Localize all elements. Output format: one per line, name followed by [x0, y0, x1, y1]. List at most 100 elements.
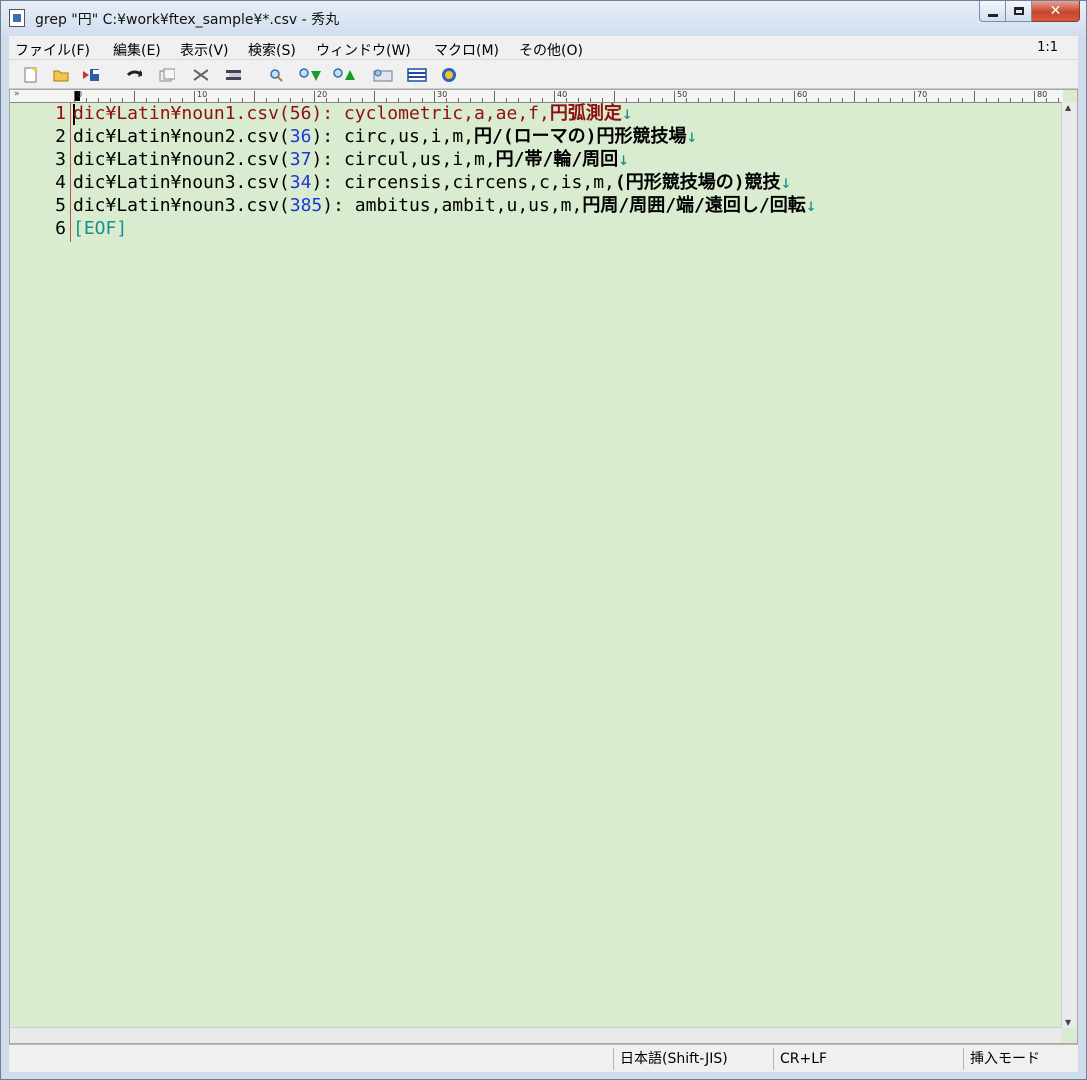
line-marker: ↓	[805, 195, 817, 216]
line-text: dic¥Latin¥noun1.csv(56): cyclometric,a,a…	[73, 102, 633, 125]
maximize-icon	[1013, 7, 1024, 15]
ruler-tick	[782, 98, 783, 102]
status-encoding[interactable]: 日本語(Shift-JIS)	[613, 1048, 773, 1070]
line-text: dic¥Latin¥noun3.csv(34): circensis,circe…	[73, 171, 791, 194]
ruler-tick	[818, 98, 819, 102]
ruler-tick	[134, 91, 135, 102]
ruler-tick	[194, 91, 195, 102]
ruler-tick	[374, 91, 375, 102]
ruler-label: 60	[797, 90, 808, 99]
text-segment: dic¥Latin¥noun2.csv(	[73, 149, 290, 170]
line-number: 2	[55, 126, 66, 147]
text-segment: ): circul,us,i,m,	[311, 149, 496, 170]
ruler-label: 0	[77, 90, 83, 99]
ruler-label: 30	[437, 90, 448, 99]
find-next-icon[interactable]	[298, 67, 322, 83]
title-bar[interactable]: grep "円" C:¥work¥ftex_sample¥*.csv - 秀丸 …	[1, 1, 1086, 35]
window-title: grep "円" C:¥work¥ftex_sample¥*.csv - 秀丸	[35, 12, 340, 28]
new-file-icon[interactable]	[23, 67, 39, 83]
ruler-tick	[950, 98, 951, 102]
grep-icon[interactable]	[373, 67, 393, 83]
ruler-tick	[734, 91, 735, 102]
ruler-label: 10	[197, 90, 208, 99]
text-segment: dic¥Latin¥noun2.csv(	[73, 126, 290, 147]
caption-buttons: ✕	[979, 1, 1080, 22]
scroll-up-icon[interactable]: ▲	[1065, 103, 1071, 112]
menu-search[interactable]: 検索(S)	[248, 40, 296, 60]
ruler-tick	[794, 91, 795, 102]
editor-window: grep "円" C:¥work¥ftex_sample¥*.csv - 秀丸 …	[0, 0, 1087, 1080]
scroll-down-icon[interactable]: ▼	[1065, 1018, 1071, 1027]
find-prev-icon[interactable]	[332, 67, 356, 83]
minimize-button[interactable]	[979, 1, 1006, 22]
menu-view[interactable]: 表示(V)	[180, 40, 229, 60]
ruler-label: 40	[557, 90, 568, 99]
line-text: dic¥Latin¥noun2.csv(37): circul,us,i,m,円…	[73, 148, 629, 171]
undo-icon[interactable]	[126, 67, 142, 83]
ruler-tick	[1010, 98, 1011, 102]
app-icon[interactable]	[9, 9, 25, 27]
ruler-label: 70	[917, 90, 928, 99]
search-icon[interactable]	[268, 67, 284, 83]
menu-window[interactable]: ウィンドウ(W)	[316, 40, 411, 60]
ruler-tick	[722, 98, 723, 102]
ruler-tick	[1058, 98, 1059, 102]
close-button[interactable]: ✕	[1032, 1, 1080, 22]
help-icon[interactable]	[441, 67, 457, 83]
ruler-tick	[662, 98, 663, 102]
text-editor[interactable]: » 0 10 20 30 40 50 60 70 80 1 dic¥Latin¥noun1.csv…	[9, 89, 1078, 1044]
line-marker: ↓	[621, 103, 633, 124]
text-segment: 円弧測定	[549, 103, 622, 124]
ruler-tick	[314, 91, 315, 102]
menu-file[interactable]: ファイル(F)	[15, 40, 90, 60]
open-folder-icon[interactable]	[53, 67, 69, 83]
line-number: 6	[55, 218, 66, 239]
text-segment: 36	[289, 126, 312, 147]
ruler-tick	[494, 91, 495, 102]
ruler-tick	[614, 91, 615, 102]
ruler-label: 20	[317, 90, 328, 99]
ruler-tick	[866, 98, 867, 102]
menu-bar: ファイル(F) 編集(E) 表示(V) 検索(S) ウィンドウ(W) マクロ(M…	[9, 36, 1078, 60]
ruler-tick	[770, 98, 771, 102]
ruler-tick	[638, 98, 639, 102]
text-segment: 37	[289, 149, 312, 170]
ruler-label: 50	[677, 90, 688, 99]
status-line-ending[interactable]: CR+LF	[773, 1048, 933, 1070]
window-split-icon[interactable]	[407, 67, 427, 83]
line-text: dic¥Latin¥noun3.csv(385): ambitus,ambit,…	[73, 194, 817, 217]
text-segment: 34	[289, 172, 312, 193]
line-number: 4	[55, 172, 66, 193]
status-mode[interactable]: 挿入モード	[963, 1048, 1068, 1070]
ruler-tick	[650, 98, 651, 102]
menu-macro[interactable]: マクロ(M)	[434, 40, 499, 60]
menu-other[interactable]: その他(O)	[519, 40, 583, 60]
cursor-position: 1:1	[1037, 40, 1058, 55]
ruler-tick	[914, 91, 915, 102]
paste-icon[interactable]	[225, 67, 241, 83]
text-segment: 円/(ローマの)円形競技場	[474, 126, 687, 147]
vertical-scrollbar[interactable]: ▲ ▼	[1061, 102, 1077, 1028]
ruler-tick	[998, 98, 999, 102]
ruler-tick	[962, 98, 963, 102]
ruler-tick	[710, 98, 711, 102]
ruler-tick	[986, 98, 987, 102]
ruler-tick	[758, 98, 759, 102]
ruler-tick	[698, 98, 699, 102]
text-segment: 円/帯/輪/周回	[495, 149, 619, 170]
close-icon: ✕	[1049, 3, 1062, 19]
menu-edit[interactable]: 編集(E)	[113, 40, 161, 60]
cut-icon[interactable]	[192, 67, 208, 83]
text-segment: 385	[289, 195, 323, 216]
minimize-icon	[987, 13, 998, 17]
ruler-tick	[1034, 91, 1035, 102]
ruler-tick	[854, 91, 855, 102]
maximize-button[interactable]	[1006, 1, 1032, 22]
ruler-tick	[938, 98, 939, 102]
line-text: [EOF]	[73, 217, 127, 240]
save-icon[interactable]	[83, 67, 99, 83]
toolbar	[9, 60, 1078, 89]
line-text: dic¥Latin¥noun2.csv(36): circ,us,i,m,円/(…	[73, 125, 697, 148]
copy-icon[interactable]	[159, 67, 175, 83]
horizontal-scrollbar[interactable]	[10, 1027, 1062, 1043]
